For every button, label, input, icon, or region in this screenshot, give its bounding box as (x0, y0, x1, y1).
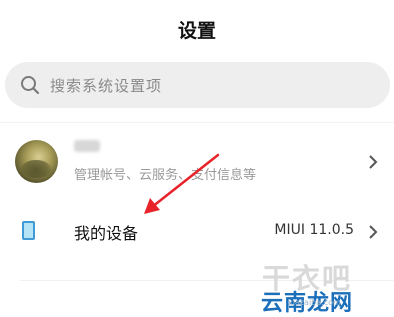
watermark-domain: xiazaiba.com (288, 298, 341, 307)
